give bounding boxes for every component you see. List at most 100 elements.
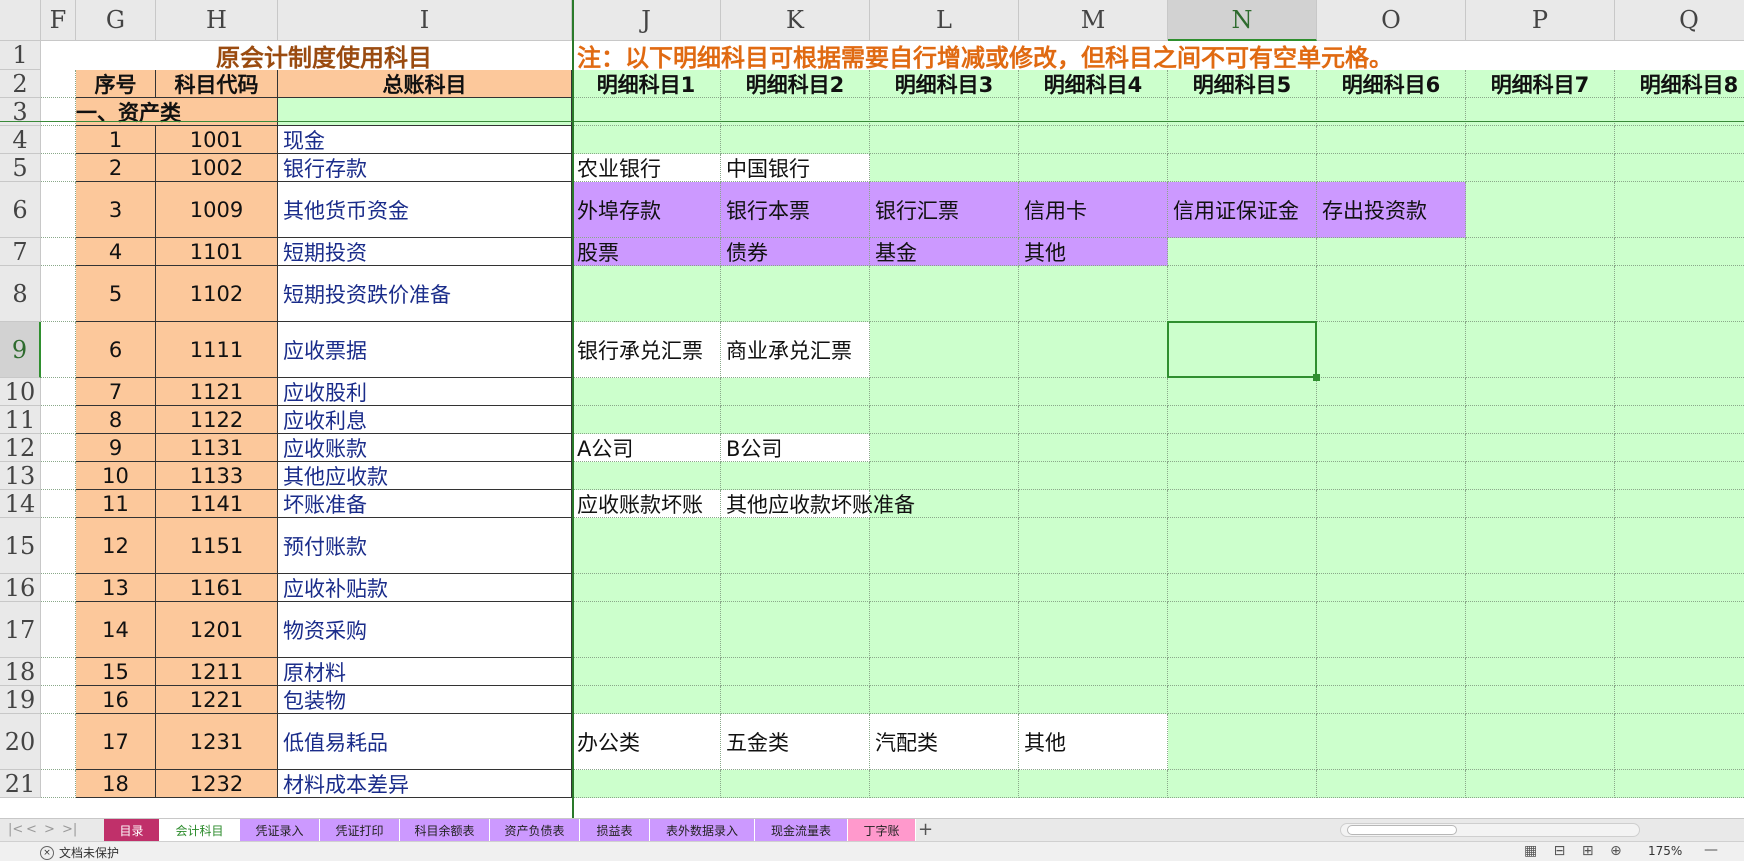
empty-cell[interactable] [1466, 238, 1615, 266]
empty-cell[interactable] [1168, 770, 1317, 798]
empty-cell[interactable] [1615, 126, 1744, 154]
sheet-tab-2[interactable]: 凭证录入 [240, 819, 320, 841]
account-link[interactable]: 短期投资 [278, 238, 572, 266]
empty-cell[interactable] [1466, 490, 1615, 518]
empty-cell[interactable] [1019, 126, 1168, 154]
empty-cell[interactable] [1466, 322, 1615, 378]
account-link[interactable]: 短期投资跌价准备 [278, 266, 572, 322]
select-all-corner[interactable] [0, 0, 41, 41]
empty-cell[interactable] [1615, 462, 1744, 490]
empty-cell[interactable] [1466, 266, 1615, 322]
empty-cell[interactable] [1466, 182, 1615, 238]
empty-cell[interactable] [1615, 434, 1744, 462]
empty-cell[interactable] [870, 434, 1019, 462]
empty-cell[interactable] [572, 770, 721, 798]
empty-cell[interactable] [870, 658, 1019, 686]
row-header-9[interactable]: 9 [0, 322, 41, 378]
empty-cell[interactable] [1466, 714, 1615, 770]
empty-cell[interactable] [1019, 770, 1168, 798]
account-link[interactable]: 预付账款 [278, 518, 572, 574]
empty-cell[interactable] [870, 686, 1019, 714]
empty-cell[interactable] [1168, 154, 1317, 182]
empty-cell[interactable] [721, 462, 870, 490]
row-header-16[interactable]: 16 [0, 574, 41, 602]
col-header-O[interactable]: O [1317, 0, 1466, 41]
row-header-18[interactable]: 18 [0, 658, 41, 686]
account-link[interactable]: 应收利息 [278, 406, 572, 434]
sheet-tab-7[interactable]: 表外数据录入 [650, 819, 755, 841]
row-header-12[interactable]: 12 [0, 434, 41, 462]
empty-cell[interactable] [1615, 574, 1744, 602]
empty-cell[interactable] [1168, 238, 1317, 266]
empty-cell[interactable] [721, 658, 870, 686]
row-header-5[interactable]: 5 [0, 154, 41, 182]
cell-F20[interactable] [41, 714, 76, 770]
empty-cell[interactable] [1466, 406, 1615, 434]
empty-cell[interactable] [1317, 266, 1466, 322]
detail-cell[interactable]: 其他 [1019, 714, 1168, 770]
empty-cell[interactable] [1168, 378, 1317, 406]
tab-nav-1[interactable]: < [26, 822, 42, 838]
detail-cell[interactable]: 商业承兑汇票 [721, 322, 870, 378]
empty-cell[interactable] [572, 462, 721, 490]
sheet-tab-1[interactable]: 会计科目 [160, 819, 240, 841]
sheet-tab-4[interactable]: 科目余额表 [400, 819, 490, 841]
account-link[interactable]: 低值易耗品 [278, 714, 572, 770]
empty-cell[interactable] [1466, 462, 1615, 490]
detail-cell[interactable]: 应收账款坏账 [572, 490, 721, 518]
empty-cell[interactable] [1615, 658, 1744, 686]
detail-cell[interactable]: 其他 [1019, 238, 1168, 266]
empty-cell[interactable] [870, 518, 1019, 574]
empty-cell[interactable] [870, 574, 1019, 602]
zoom-out-icon[interactable]: — [1704, 842, 1718, 858]
empty-cell[interactable] [1317, 686, 1466, 714]
sheet-tab-3[interactable]: 凭证打印 [320, 819, 400, 841]
empty-cell[interactable] [1615, 602, 1744, 658]
account-link[interactable]: 坏账准备 [278, 490, 572, 518]
empty-cell[interactable] [721, 770, 870, 798]
empty-cell[interactable] [721, 266, 870, 322]
empty-cell[interactable] [1019, 602, 1168, 658]
detail-cell[interactable]: 银行汇票 [870, 182, 1019, 238]
cell-F13[interactable] [41, 462, 76, 490]
empty-cell[interactable] [1317, 714, 1466, 770]
empty-cell[interactable] [1466, 378, 1615, 406]
account-link[interactable]: 应收账款 [278, 434, 572, 462]
protection-status[interactable]: × 文档未保护 [40, 844, 119, 861]
empty-cell[interactable] [721, 518, 870, 574]
empty-cell[interactable] [1466, 434, 1615, 462]
empty-cell[interactable] [1615, 322, 1744, 378]
detail-cell[interactable]: 中国银行 [721, 154, 870, 182]
empty-cell[interactable] [1317, 154, 1466, 182]
empty-cell[interactable] [1019, 658, 1168, 686]
row-header-14[interactable]: 14 [0, 490, 41, 518]
empty-cell[interactable] [1615, 238, 1744, 266]
col-header-M[interactable]: M [1019, 0, 1168, 41]
detail-cell[interactable]: 银行本票 [721, 182, 870, 238]
account-link[interactable]: 应收股利 [278, 378, 572, 406]
empty-cell[interactable] [572, 266, 721, 322]
col-header-Q[interactable]: Q [1615, 0, 1744, 41]
empty-cell[interactable] [1168, 714, 1317, 770]
empty-cell[interactable] [572, 602, 721, 658]
empty-cell[interactable] [1615, 182, 1744, 238]
detail-cell[interactable]: 办公类 [572, 714, 721, 770]
empty-cell[interactable] [1168, 434, 1317, 462]
scrollbar-thumb[interactable] [1347, 825, 1457, 835]
sheet-tab-0[interactable]: 目录 [104, 819, 160, 841]
empty-cell[interactable] [1019, 406, 1168, 434]
empty-cell[interactable] [1466, 126, 1615, 154]
empty-cell[interactable] [1019, 378, 1168, 406]
add-sheet-button[interactable]: + [918, 819, 933, 840]
cell-F16[interactable] [41, 574, 76, 602]
col-header-F[interactable]: F [41, 0, 76, 41]
cell-F5[interactable] [41, 154, 76, 182]
empty-cell[interactable] [1019, 462, 1168, 490]
empty-cell[interactable] [870, 266, 1019, 322]
empty-cell[interactable] [1466, 658, 1615, 686]
detail-cell[interactable]: B公司 [721, 434, 870, 462]
empty-cell[interactable] [870, 322, 1019, 378]
cell-F2[interactable] [41, 70, 76, 98]
empty-cell[interactable] [1615, 714, 1744, 770]
tab-nav-3[interactable]: >| [62, 822, 78, 838]
